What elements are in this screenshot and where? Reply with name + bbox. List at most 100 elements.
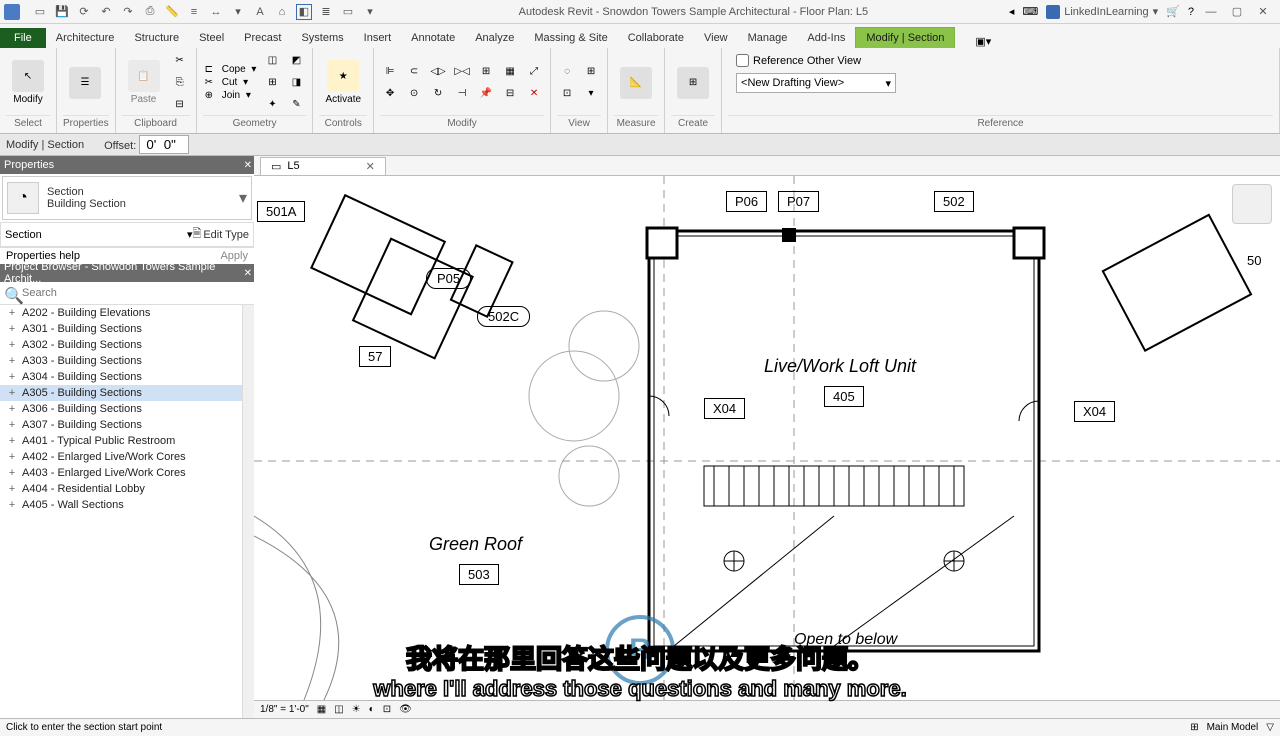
tag-icon[interactable]: ▾ — [230, 4, 246, 20]
save-icon[interactable]: 💾 — [54, 4, 70, 20]
match-icon[interactable]: ⊟ — [170, 95, 190, 115]
modify-button[interactable]: ↖ Modify — [6, 58, 50, 107]
view-tool4-icon[interactable]: ▾ — [581, 84, 601, 104]
copy-clipboard-icon[interactable]: ⎘ — [170, 73, 190, 93]
cut-geom-button[interactable]: ✂ Cut ▾ — [203, 77, 259, 88]
offset-input[interactable] — [139, 135, 189, 154]
scale-icon[interactable]: ⤢ — [524, 62, 544, 82]
split-icon[interactable]: ⊞ — [476, 62, 496, 82]
copy-icon[interactable]: ⊙ — [404, 84, 424, 104]
offset-icon[interactable]: ⊂ — [404, 62, 424, 82]
mirror-axis-icon[interactable]: ◁▷ — [428, 62, 448, 82]
geom-tool2-icon[interactable]: ⊞ — [262, 73, 282, 93]
properties-close-icon[interactable]: ✕ — [244, 160, 252, 171]
tab-modify-section[interactable]: Modify | Section — [855, 27, 955, 48]
apps-icon[interactable]: 🛒 — [1166, 5, 1180, 18]
drawing-canvas[interactable]: P06 P07 502 501A 502C P05 57 Live/Work L… — [254, 176, 1280, 718]
switch-icon[interactable]: ▾ — [362, 4, 378, 20]
cope-button[interactable]: ⊏ Cope ▾ — [203, 64, 259, 75]
tab-annotate[interactable]: Annotate — [401, 28, 465, 48]
join-button[interactable]: ⊕ Join ▾ — [203, 90, 259, 101]
minimize-button[interactable]: — — [1202, 3, 1220, 21]
pin-icon[interactable]: 📌 — [476, 84, 496, 104]
detail-level-icon[interactable]: ▦ — [317, 704, 326, 715]
tab-manage[interactable]: Manage — [738, 28, 798, 48]
crop-icon[interactable]: ⊡ — [383, 704, 391, 715]
expand-icon[interactable]: + — [6, 323, 18, 335]
tab-addins[interactable]: Add-Ins — [797, 28, 855, 48]
shadows-icon[interactable]: ◐ — [369, 704, 375, 715]
tree-item[interactable]: +A403 - Enlarged Live/Work Cores — [0, 465, 242, 481]
keytip-icon[interactable]: ⌨ — [1022, 5, 1038, 18]
cut-clipboard-icon[interactable]: ✂ — [170, 51, 190, 71]
view-tool2-icon[interactable]: ⊡ — [557, 84, 577, 104]
rotate-icon[interactable]: ↻ — [428, 84, 448, 104]
tab-massing[interactable]: Massing & Site — [524, 28, 617, 48]
dim-icon[interactable]: ↔ — [208, 4, 224, 20]
text-icon[interactable]: A — [252, 4, 268, 20]
unpin-icon[interactable]: ⊟ — [500, 84, 520, 104]
sun-icon[interactable]: ☀ — [352, 704, 361, 715]
create-button[interactable]: ⊞ — [671, 65, 715, 101]
ribbon-collapse-icon[interactable]: ▣▾ — [975, 35, 991, 48]
expand-icon[interactable]: + — [6, 499, 18, 511]
expand-icon[interactable]: + — [6, 387, 18, 399]
tree-item[interactable]: +A305 - Building Sections — [0, 385, 242, 401]
tab-systems[interactable]: Systems — [291, 28, 353, 48]
reference-checkbox-input[interactable] — [736, 54, 749, 67]
maximize-button[interactable]: ▢ — [1228, 3, 1246, 21]
trim-icon[interactable]: ⊣ — [452, 84, 472, 104]
expand-icon[interactable]: + — [6, 355, 18, 367]
geom-tool1-icon[interactable]: ◫ — [262, 51, 282, 71]
info-center-icon[interactable]: ◂ — [1009, 5, 1015, 18]
section-icon[interactable]: ◧ — [296, 4, 312, 20]
expand-icon[interactable]: + — [6, 451, 18, 463]
geom-tool6-icon[interactable]: ✎ — [286, 95, 306, 115]
close-button[interactable]: ✕ — [1254, 3, 1272, 21]
move-icon[interactable]: ✥ — [380, 84, 400, 104]
tree-item[interactable]: +A301 - Building Sections — [0, 321, 242, 337]
expand-icon[interactable]: + — [6, 483, 18, 495]
view-tool3-icon[interactable]: ⊞ — [581, 62, 601, 82]
measure-icon[interactable]: 📏 — [164, 4, 180, 20]
undo-icon[interactable]: ↶ — [98, 4, 114, 20]
expand-icon[interactable]: + — [6, 339, 18, 351]
tree-scrollbar[interactable] — [242, 305, 254, 718]
tab-structure[interactable]: Structure — [124, 28, 189, 48]
expand-icon[interactable]: + — [6, 403, 18, 415]
tree-item[interactable]: +A302 - Building Sections — [0, 337, 242, 353]
tree-item[interactable]: +A306 - Building Sections — [0, 401, 242, 417]
paste-button[interactable]: 📋 Paste — [122, 58, 166, 107]
tab-analyze[interactable]: Analyze — [465, 28, 524, 48]
mirror-draw-icon[interactable]: ▷◁ — [452, 62, 472, 82]
tab-view[interactable]: View — [694, 28, 738, 48]
search-input[interactable] — [22, 287, 250, 299]
tree-item[interactable]: +A303 - Building Sections — [0, 353, 242, 369]
visual-style-icon[interactable]: ◫ — [334, 704, 343, 715]
tab-architecture[interactable]: Architecture — [46, 28, 125, 48]
project-browser-close-icon[interactable]: ✕ — [244, 268, 252, 279]
delete-icon[interactable]: ✕ — [524, 84, 544, 104]
tree-item[interactable]: +A402 - Enlarged Live/Work Cores — [0, 449, 242, 465]
align-icon[interactable]: ⊫ — [380, 62, 400, 82]
home-icon[interactable]: ⌂ — [274, 4, 290, 20]
tab-collaborate[interactable]: Collaborate — [618, 28, 694, 48]
expand-icon[interactable]: + — [6, 371, 18, 383]
close-views-icon[interactable]: ▭ — [340, 4, 356, 20]
help-icon[interactable]: ? — [1188, 6, 1194, 18]
expand-icon[interactable]: + — [6, 467, 18, 479]
geom-tool4-icon[interactable]: ◩ — [286, 51, 306, 71]
view-cube[interactable] — [1232, 184, 1272, 224]
tree-item[interactable]: +A401 - Typical Public Restroom — [0, 433, 242, 449]
type-selector[interactable]: ◔ Section Building Section ▾ — [2, 176, 252, 220]
print-icon[interactable]: ⎙ — [142, 4, 158, 20]
tab-insert[interactable]: Insert — [354, 28, 402, 48]
tree-item[interactable]: +A304 - Building Sections — [0, 369, 242, 385]
filter-icon[interactable]: ▽ — [1266, 722, 1274, 733]
thin-lines-icon[interactable]: ≣ — [318, 4, 334, 20]
scale-display[interactable]: 1/8" = 1'-0" — [260, 704, 309, 715]
tree-item[interactable]: +A307 - Building Sections — [0, 417, 242, 433]
file-tab[interactable]: File — [0, 28, 46, 48]
expand-icon[interactable]: + — [6, 419, 18, 431]
geom-tool3-icon[interactable]: ✦ — [262, 95, 282, 115]
